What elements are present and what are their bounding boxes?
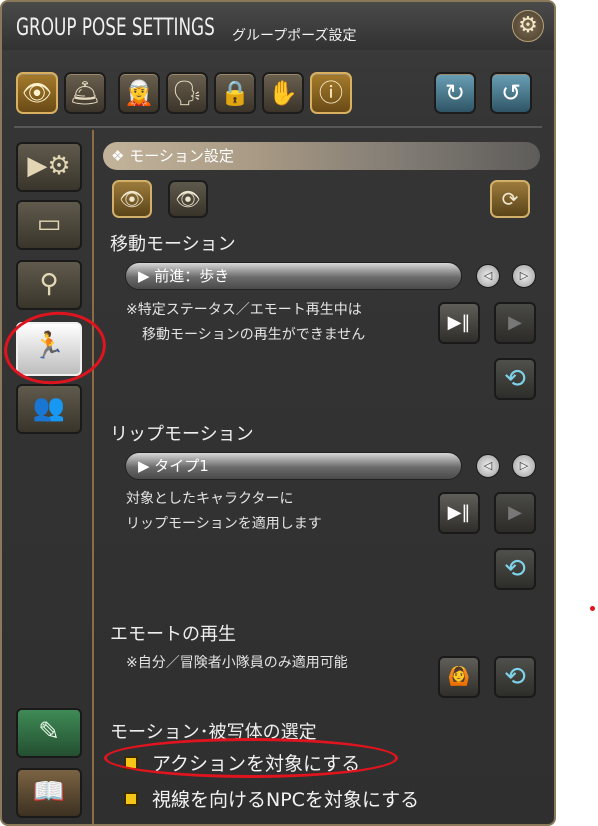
lip-play-button[interactable]: ▶‖ bbox=[438, 492, 480, 534]
filter-button[interactable]: ✋ bbox=[262, 72, 304, 114]
reset-icon: ⟲ bbox=[504, 662, 526, 692]
toolbar-divider bbox=[14, 126, 542, 128]
reset-camera-icon: ↻ bbox=[444, 79, 466, 107]
eye-icon: 👁 bbox=[119, 187, 145, 211]
movement-play-group-button[interactable]: ▶ bbox=[494, 302, 536, 344]
annotation-dot bbox=[590, 606, 595, 611]
annotation-circle-action-target bbox=[104, 738, 398, 778]
open-book-icon: 📖 bbox=[32, 777, 66, 807]
close-icon[interactable]: ⚙ bbox=[512, 10, 544, 42]
filter-icon: ✋ bbox=[268, 79, 298, 107]
play-group-icon: ▶ bbox=[508, 312, 522, 333]
group-figures-icon: 👥 bbox=[32, 393, 66, 423]
arrow-right-icon: ▷ bbox=[519, 459, 529, 472]
play-pause-icon: ▶‖ bbox=[447, 502, 471, 523]
character-effect-icon: 🧝 bbox=[124, 79, 154, 107]
movement-note-line1: ※特定ステータス／エモート再生中は bbox=[126, 302, 362, 318]
window-title: GROUP POSE SETTINGS bbox=[16, 13, 215, 41]
sidebar-light-button[interactable]: ⚲ bbox=[16, 260, 82, 310]
movement-note-line2: 移動モーションの再生ができません bbox=[142, 327, 366, 343]
lip-prev-button[interactable]: ◁ bbox=[476, 454, 500, 478]
light-icon: ⚲ bbox=[39, 269, 59, 299]
lip-play-group-button[interactable]: ▶ bbox=[494, 492, 536, 534]
reset-camera-button[interactable]: ↻ bbox=[434, 72, 476, 114]
info-icon: ⓘ bbox=[319, 79, 343, 107]
lip-note-line1: 対象としたキャラクターに bbox=[126, 491, 294, 507]
sidebar-guide-book-button[interactable]: 📖 bbox=[16, 768, 82, 818]
camera-settings-icon: ▶⚙ bbox=[27, 151, 71, 181]
arrow-left-icon: ◁ bbox=[483, 269, 493, 282]
movement-motion-dropdown[interactable]: ▶ 前進：歩き bbox=[125, 262, 462, 290]
motion-eye-follow-button[interactable]: 👁 bbox=[168, 180, 208, 218]
lip-motion-label: リップモーション bbox=[110, 424, 254, 445]
light-icon: 🛎 bbox=[69, 79, 101, 107]
arrow-left-icon: ◁ bbox=[483, 459, 493, 472]
eye-follow-icon: 👁 bbox=[175, 187, 201, 211]
loop-icon: ⟳ bbox=[501, 187, 519, 211]
light-button[interactable]: 🛎 bbox=[64, 72, 106, 114]
play-pause-icon: ▶‖ bbox=[447, 312, 471, 333]
camera-eye-icon: 👁 bbox=[21, 79, 53, 107]
window-subtitle: グループポーズ設定 bbox=[232, 28, 357, 44]
emote-note: ※自分／冒険者小隊員のみ適用可能 bbox=[126, 655, 348, 671]
character-head-icon: 🗣 bbox=[171, 79, 203, 107]
emote-reset-button[interactable]: ⟲ bbox=[494, 656, 536, 698]
movement-prev-button[interactable]: ◁ bbox=[476, 264, 500, 288]
play-group-icon: ▶ bbox=[508, 502, 522, 523]
quill-book-icon: ✎ bbox=[38, 717, 60, 747]
movement-reset-button[interactable]: ⟲ bbox=[494, 358, 536, 400]
movement-play-button[interactable]: ▶‖ bbox=[438, 302, 480, 344]
npc-gaze-target-checkbox[interactable] bbox=[124, 792, 138, 806]
sidebar-group-button[interactable]: 👥 bbox=[16, 384, 82, 434]
character-head-button[interactable]: 🗣 bbox=[166, 72, 208, 114]
sidebar-edit-book-button[interactable]: ✎ bbox=[16, 708, 82, 758]
arrow-right-icon: ▷ bbox=[519, 269, 529, 282]
info-button[interactable]: ⓘ bbox=[310, 72, 352, 114]
reset-all-button[interactable]: ↺ bbox=[490, 72, 532, 114]
frame-icon: ▭ bbox=[36, 209, 62, 239]
camera-eye-button[interactable]: 👁 bbox=[16, 72, 58, 114]
emote-label: エモートの再生 bbox=[110, 624, 236, 645]
time-weather-button[interactable]: 🔒 bbox=[214, 72, 256, 114]
section-header-motion-settings: ❖ モーション設定 bbox=[103, 142, 540, 170]
emote-pose-icon: 🙆 bbox=[447, 666, 471, 687]
reset-icon: ⟲ bbox=[504, 364, 526, 394]
reset-icon: ⟲ bbox=[504, 554, 526, 584]
group-pose-settings-window: GROUP POSE SETTINGS グループポーズ設定 ⚙ 👁 🛎 🧝 🗣 … bbox=[0, 0, 556, 826]
time-weather-icon: 🔒 bbox=[220, 79, 250, 107]
title-bar: GROUP POSE SETTINGS グループポーズ設定 ⚙ bbox=[2, 2, 554, 50]
lip-next-button[interactable]: ▷ bbox=[512, 454, 536, 478]
character-effect-button[interactable]: 🧝 bbox=[118, 72, 160, 114]
lip-motion-dropdown[interactable]: ▶ タイプ1 bbox=[125, 452, 462, 480]
movement-next-button[interactable]: ▷ bbox=[512, 264, 536, 288]
reset-all-icon: ↺ bbox=[500, 79, 522, 107]
movement-motion-label: 移動モーション bbox=[110, 234, 236, 255]
motion-eye-on-button[interactable]: 👁 bbox=[112, 180, 152, 218]
sidebar-divider bbox=[92, 130, 94, 824]
loop-toggle-button[interactable]: ⟳ bbox=[490, 180, 530, 218]
sidebar-camera-button[interactable]: ▶⚙ bbox=[16, 142, 82, 192]
npc-gaze-target-label[interactable]: 視線を向けるNPCを対象にする bbox=[152, 785, 419, 812]
lip-reset-button[interactable]: ⟲ bbox=[494, 548, 536, 590]
emote-pose-button[interactable]: 🙆 bbox=[438, 656, 480, 698]
sidebar-frame-button[interactable]: ▭ bbox=[16, 200, 82, 250]
lip-note-line2: リップモーションを適用します bbox=[126, 516, 322, 532]
